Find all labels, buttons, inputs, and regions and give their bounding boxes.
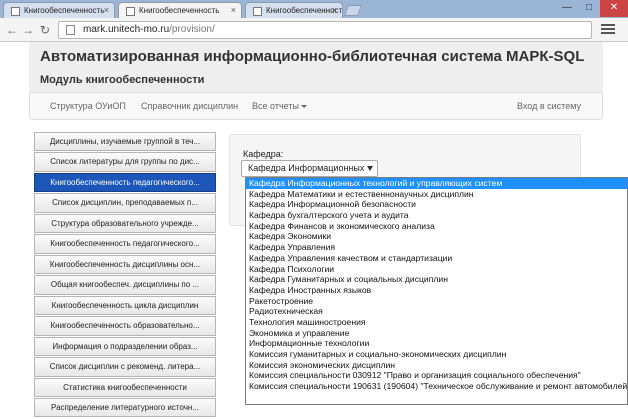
- sidebar-item[interactable]: Информация о подразделении образ...: [34, 336, 216, 357]
- page-favicon-icon: [253, 7, 262, 16]
- dropdown-option[interactable]: Кафедра Гуманитарных и социальных дисцип…: [246, 274, 627, 285]
- dropdown-option[interactable]: Кафедра Информационной безопасности: [246, 199, 627, 210]
- dropdown-option[interactable]: Кафедра Финансов и экономического анализ…: [246, 221, 627, 232]
- address-bar[interactable]: mark.unitech-mo.ru/provision/ ☆: [58, 21, 592, 39]
- login-link[interactable]: Вход в систему: [517, 101, 581, 111]
- dropdown-option[interactable]: Комиссия экономических дисциплин: [246, 360, 627, 371]
- sidebar-item[interactable]: Дисциплины, изучаемые группой в теч...: [34, 132, 216, 152]
- browser-toolbar: ← → ↻ mark.unitech-mo.ru/provision/ ☆: [0, 18, 628, 42]
- page-icon: [66, 25, 75, 35]
- dropdown-arrow-icon: [367, 166, 373, 171]
- dropdown-option[interactable]: Комиссия специальности 030912 "Право и о…: [246, 370, 627, 381]
- url-path: /provision/: [169, 24, 215, 35]
- dropdown-option[interactable]: Экономика и управление: [246, 328, 627, 339]
- dropdown-option-selected[interactable]: Кафедра Информационных технологий и упра…: [246, 178, 627, 189]
- caret-down-icon: [300, 105, 307, 109]
- sidebar-item[interactable]: Общая книгообеспеч. дисциплины по ...: [34, 275, 216, 295]
- page-favicon-icon: [11, 7, 20, 16]
- maximize-button[interactable]: □: [578, 0, 600, 17]
- browser-tab-1[interactable]: Книгообеспеченность ×: [3, 2, 115, 18]
- department-select[interactable]: Кафедра Информационных: [241, 160, 378, 177]
- back-arrow-icon[interactable]: ←: [4, 21, 20, 39]
- close-window-button[interactable]: ✕: [600, 0, 628, 17]
- dropdown-option[interactable]: Кафедра Математики и естественнонаучных …: [246, 189, 627, 200]
- url-host: mark.unitech-mo.ru: [83, 24, 170, 35]
- report-sidebar: Дисциплины, изучаемые группой в теч... С…: [34, 132, 216, 419]
- tab-title: Книгообеспеченность: [139, 6, 220, 15]
- department-select-value: Кафедра Информационных: [248, 163, 365, 173]
- sidebar-item[interactable]: Распределение литературного источн...: [34, 398, 216, 418]
- dropdown-option[interactable]: Комиссия гуманитарных и социально-эконом…: [246, 349, 627, 360]
- nav-reports-dropdown[interactable]: Все отчеты: [252, 101, 307, 111]
- nav-structure[interactable]: Структура ОУиОП: [50, 101, 126, 111]
- browser-menu-icon[interactable]: [601, 22, 615, 35]
- dropdown-option[interactable]: Технология машиностроения: [246, 317, 627, 328]
- sidebar-item[interactable]: Книгообеспеченность дисциплины осн...: [34, 254, 216, 275]
- dropdown-option[interactable]: Информационные технологии: [246, 338, 627, 349]
- sidebar-item[interactable]: Структура образовательного учрежде...: [34, 213, 216, 234]
- tab-close-icon[interactable]: ×: [231, 5, 236, 15]
- sidebar-item[interactable]: Книгообеспеченность педагогического...: [34, 234, 216, 254]
- dropdown-option[interactable]: Ракетостроение: [246, 296, 627, 307]
- sidebar-item-active[interactable]: Книгообеспеченность педагогического...: [34, 172, 216, 193]
- tab-title: Книгообеспеченность: [24, 6, 105, 15]
- dropdown-option[interactable]: Радиотехническая: [246, 306, 627, 317]
- tab-close-icon[interactable]: ×: [104, 5, 109, 15]
- department-dropdown-list: Кафедра Информационных технологий и упра…: [245, 177, 628, 405]
- reload-icon[interactable]: ↻: [37, 21, 53, 39]
- tab-close-icon[interactable]: ×: [332, 5, 337, 15]
- new-tab-button[interactable]: [343, 5, 363, 16]
- dropdown-option[interactable]: Кафедра бухгалтерского учета и аудита: [246, 210, 627, 221]
- sidebar-item[interactable]: Книгообеспеченность цикла дисциплин: [34, 295, 216, 316]
- browser-tab-strip: Книгообеспеченность × Книгообеспеченност…: [0, 0, 628, 18]
- sidebar-item[interactable]: Список дисциплин с рекоменд. литера...: [34, 357, 216, 377]
- forward-arrow-icon[interactable]: →: [20, 21, 36, 39]
- sidebar-item[interactable]: Список дисциплин, преподаваемых п...: [34, 193, 216, 213]
- dropdown-option[interactable]: Кафедра Экономики: [246, 231, 627, 242]
- dropdown-option[interactable]: Кафедра Иностранных языков: [246, 285, 627, 296]
- dropdown-option[interactable]: Кафедра Психологии: [246, 264, 627, 275]
- dropdown-option[interactable]: Кафедра Управления качеством и стандарти…: [246, 253, 627, 264]
- browser-tab-3[interactable]: Книгообеспеченность ×: [245, 2, 343, 18]
- top-navigation: Структура ОУиОП Справочник дисциплин Все…: [29, 92, 603, 120]
- nav-disciplines[interactable]: Справочник дисциплин: [141, 101, 238, 111]
- page-favicon-icon: [126, 7, 135, 16]
- sidebar-item[interactable]: Статистика книгообеспеченности: [34, 377, 216, 397]
- sidebar-item[interactable]: Книгообеспеченность образовательно...: [34, 316, 216, 336]
- sidebar-item[interactable]: Список литературы для группы по дис...: [34, 152, 216, 172]
- page-title: Автоматизированная информационно-библиот…: [40, 48, 585, 65]
- nav-reports-label: Все отчеты: [252, 101, 299, 111]
- browser-tab-2[interactable]: Книгообеспеченность ×: [118, 2, 242, 18]
- dropdown-option[interactable]: Кафедра Управления: [246, 242, 627, 253]
- dropdown-option[interactable]: Комиссия специальности 190631 (190604) "…: [246, 381, 627, 392]
- page-subtitle: Модуль книгообеспеченности: [40, 74, 205, 86]
- minimize-button[interactable]: —: [556, 0, 578, 17]
- department-label: Кафедра:: [243, 149, 284, 159]
